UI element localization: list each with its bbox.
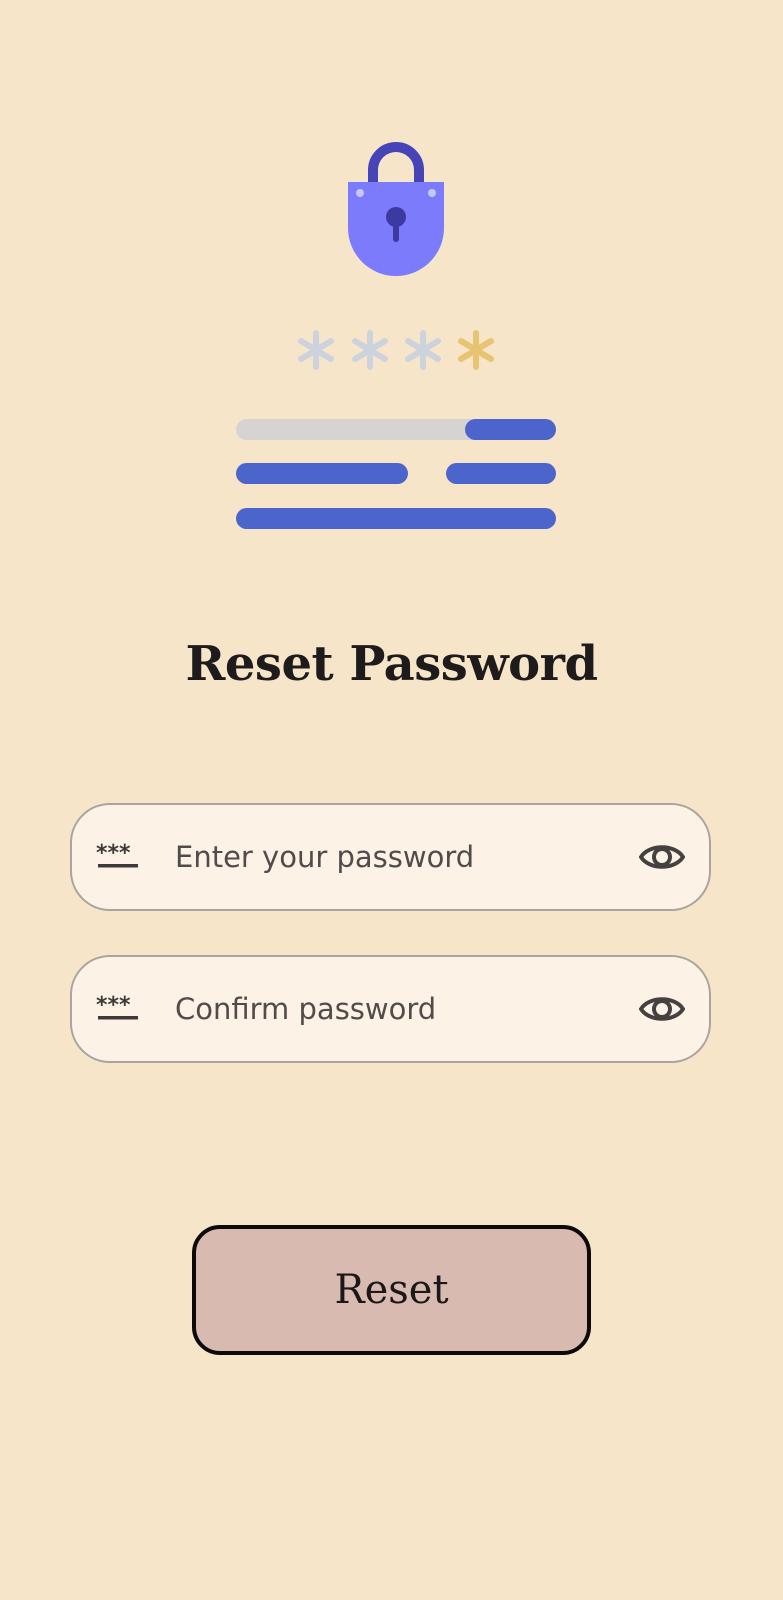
eye-icon[interactable] xyxy=(639,834,685,880)
text-lines-icon xyxy=(236,419,556,529)
reset-button[interactable]: Reset xyxy=(192,1225,591,1355)
asterisk-icon xyxy=(298,330,334,370)
confirm-password-field[interactable]: *** xyxy=(70,955,711,1063)
reset-password-illustration xyxy=(236,142,556,529)
password-icon: *** xyxy=(96,841,138,868)
eye-icon[interactable] xyxy=(639,986,685,1032)
password-field[interactable]: *** xyxy=(70,803,711,911)
page-title: Reset Password xyxy=(185,636,598,692)
confirm-password-input[interactable] xyxy=(175,957,615,1061)
padlock-icon xyxy=(348,142,444,276)
svg-text:***: *** xyxy=(96,993,131,1018)
asterisk-icon xyxy=(352,330,388,370)
asterisk-row-icon xyxy=(298,330,494,370)
asterisk-icon xyxy=(405,330,441,370)
password-input[interactable] xyxy=(175,805,615,909)
password-icon: *** xyxy=(96,993,138,1020)
svg-text:***: *** xyxy=(96,841,131,866)
asterisk-icon xyxy=(458,330,494,370)
